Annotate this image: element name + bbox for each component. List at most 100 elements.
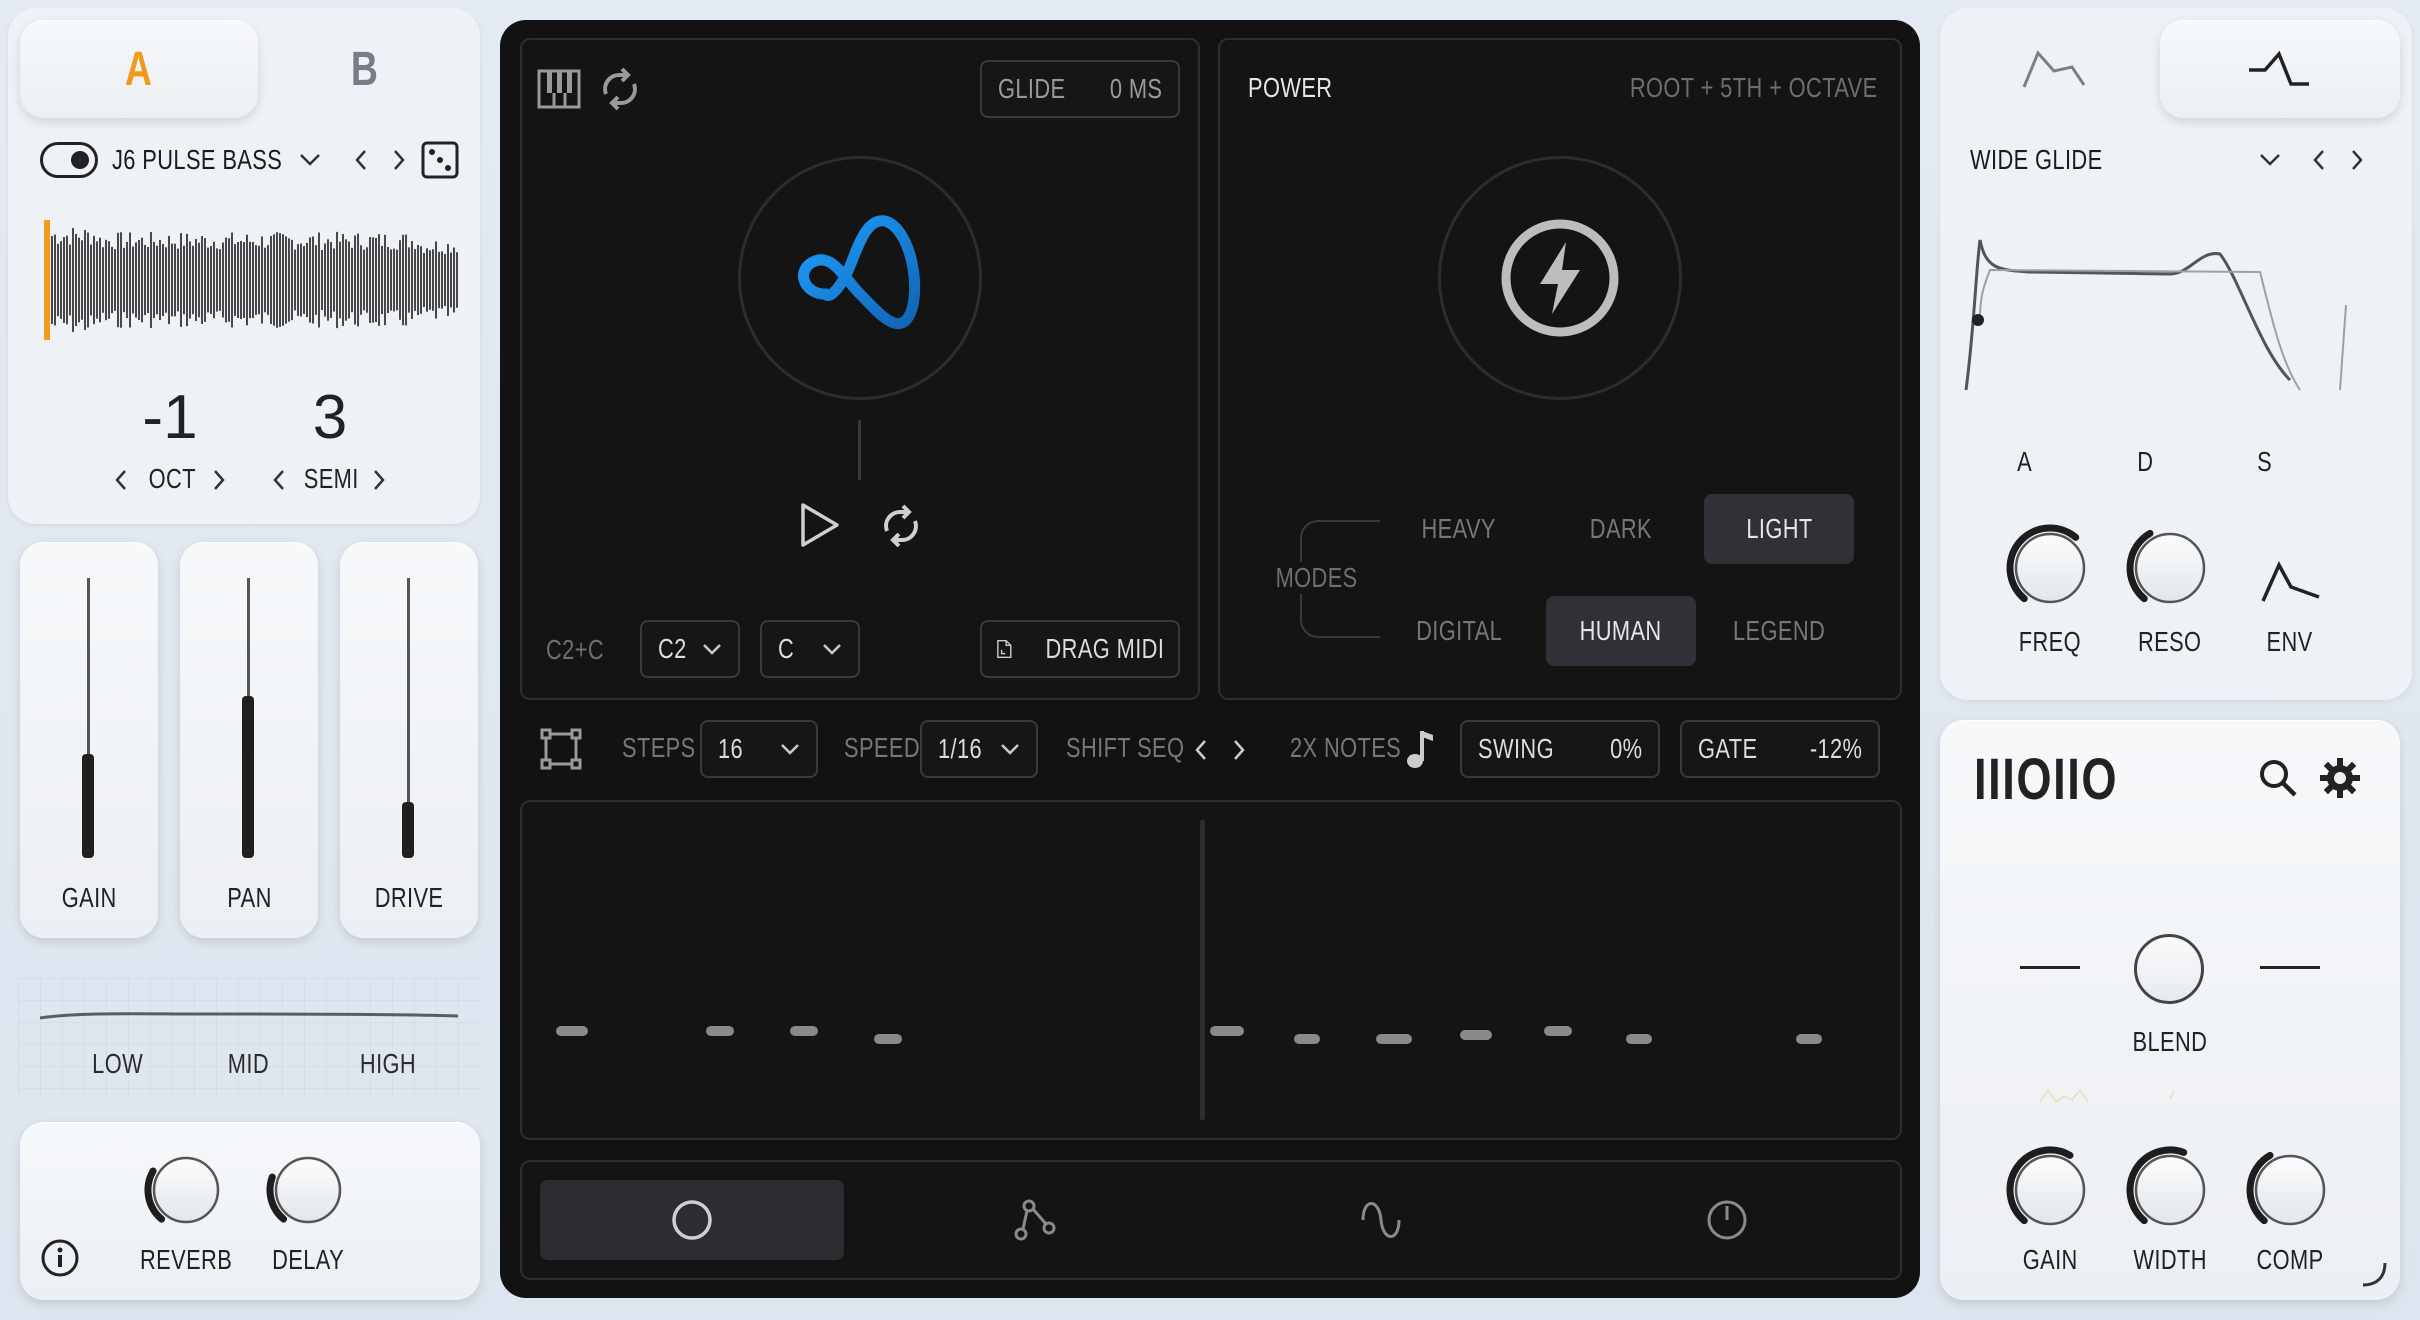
width-knob[interactable] xyxy=(2124,1144,2216,1236)
nodes-icon xyxy=(1014,1199,1056,1241)
mode-digital[interactable]: DIGITAL xyxy=(1384,596,1534,666)
gain-knob[interactable] xyxy=(2004,1144,2096,1236)
layer-a-tab[interactable]: A xyxy=(20,20,258,118)
fader-gain[interactable]: GAIN xyxy=(20,542,158,938)
eq-display[interactable]: LOW MID HIGH xyxy=(18,978,480,1098)
reso-label: RESO xyxy=(2138,626,2202,657)
gate-control[interactable]: GATE -12% xyxy=(1680,720,1880,778)
blend-knob[interactable] xyxy=(2134,934,2204,1004)
env-shape-b-tab[interactable] xyxy=(2160,20,2400,118)
seq-step[interactable] xyxy=(1376,1034,1412,1044)
delay-knob[interactable] xyxy=(264,1146,352,1234)
seq-step[interactable] xyxy=(556,1026,588,1036)
layer-b-label: B xyxy=(351,42,379,96)
mode-human[interactable]: HUMAN xyxy=(1546,596,1696,666)
key-select-value: C xyxy=(778,633,795,664)
play-icon[interactable] xyxy=(794,498,844,552)
comp-knob[interactable] xyxy=(2244,1144,2336,1236)
fader-label: GAIN xyxy=(61,882,117,913)
preset-right-dropdown-chevron-icon[interactable] xyxy=(2254,140,2286,180)
swing-control[interactable]: SWING 0% xyxy=(1460,720,1660,778)
octave-down-icon[interactable] xyxy=(108,462,134,498)
gain-label: GAIN xyxy=(2022,1244,2078,1275)
reverb-knob[interactable] xyxy=(142,1146,230,1234)
seq-select-icon[interactable] xyxy=(538,726,584,772)
music-note-icon[interactable] xyxy=(1402,726,1438,772)
shift-right-icon[interactable] xyxy=(1224,730,1254,770)
lightning-icon xyxy=(1500,218,1620,338)
speed-select[interactable]: 1/16 xyxy=(920,720,1038,778)
playhead-line xyxy=(1200,820,1205,1120)
step-sequencer[interactable] xyxy=(520,800,1902,1140)
reso-knob[interactable] xyxy=(2124,522,2216,614)
glide-value: 0 MS xyxy=(1109,73,1162,104)
seq-step[interactable] xyxy=(874,1034,902,1044)
mode-legend[interactable]: LEGEND xyxy=(1704,596,1854,666)
seq-step[interactable] xyxy=(706,1026,734,1036)
adsr-s-label: S xyxy=(2257,446,2273,477)
env-shape-a-icon[interactable] xyxy=(2010,30,2100,110)
steps-select[interactable]: 16 xyxy=(700,720,818,778)
semitone-down-icon[interactable] xyxy=(266,462,292,498)
tab-circle[interactable] xyxy=(540,1180,844,1260)
blend-left-line xyxy=(2020,966,2080,969)
seq-step[interactable] xyxy=(1210,1026,1244,1036)
sine-wave-icon xyxy=(1361,1202,1401,1238)
fader-pan[interactable]: PAN xyxy=(180,542,318,938)
mode-dark[interactable]: DARK xyxy=(1546,494,1696,564)
preset-prev-icon[interactable] xyxy=(346,140,376,180)
chevron-down-icon xyxy=(1001,744,1019,755)
resize-handle-icon[interactable] xyxy=(2356,1256,2392,1292)
layer-b-tab[interactable]: B xyxy=(270,20,460,118)
divider-line xyxy=(858,420,861,480)
shift-left-icon[interactable] xyxy=(1186,730,1216,770)
refresh-icon[interactable] xyxy=(596,64,644,114)
piano-icon[interactable] xyxy=(536,66,582,112)
env-amount-icon[interactable] xyxy=(2250,546,2330,616)
info-icon[interactable] xyxy=(38,1236,82,1280)
seq-step[interactable] xyxy=(1294,1034,1320,1044)
preset-name-right[interactable]: WIDE GLIDE xyxy=(1970,142,2190,178)
seq-step[interactable] xyxy=(1460,1030,1492,1040)
fader-drive[interactable]: DRIVE xyxy=(340,542,478,938)
drag-midi-button[interactable]: DRAG MIDI xyxy=(980,620,1180,678)
mode-heavy[interactable]: HEAVY xyxy=(1384,494,1534,564)
layer-toggle[interactable] xyxy=(40,142,98,178)
preset-right-next-icon[interactable] xyxy=(2342,140,2372,180)
key-select[interactable]: C xyxy=(760,620,860,678)
dice-icon[interactable] xyxy=(418,138,462,182)
steps-value: 16 xyxy=(718,733,744,764)
octave-select-value: C2 xyxy=(658,633,687,664)
reverb-label: REVERB xyxy=(139,1244,233,1275)
preset-dropdown-chevron-icon[interactable] xyxy=(294,140,326,180)
octave-up-icon[interactable] xyxy=(206,462,232,498)
seq-step[interactable] xyxy=(790,1026,818,1036)
freq-knob[interactable] xyxy=(2004,522,2096,614)
blend-meter-icon xyxy=(2030,1080,2190,1110)
seq-step[interactable] xyxy=(1544,1026,1572,1036)
octave-label: OCT xyxy=(148,463,196,494)
envelope-display[interactable] xyxy=(1960,210,2370,410)
mode-light[interactable]: LIGHT xyxy=(1704,494,1854,564)
preset-name-left[interactable]: J6 PULSE BASS xyxy=(112,142,302,178)
modes-label: MODES xyxy=(1274,562,1360,594)
delay-label: DELAY xyxy=(272,1244,344,1275)
tab-wave[interactable] xyxy=(1306,1180,1456,1260)
octave-select[interactable]: C2 xyxy=(640,620,740,678)
comp-label: COMP xyxy=(2256,1244,2324,1275)
seq-step[interactable] xyxy=(1796,1034,1822,1044)
gear-icon[interactable] xyxy=(2316,754,2364,802)
loop-icon[interactable] xyxy=(876,500,926,552)
tab-nodes[interactable] xyxy=(960,1180,1110,1260)
search-icon[interactable] xyxy=(2254,754,2302,802)
sample-waveform[interactable] xyxy=(40,210,460,350)
glide-control[interactable]: GLIDE 0 MS xyxy=(980,60,1180,118)
adsr-d-label: D xyxy=(2136,446,2154,477)
fader-label: DRIVE xyxy=(374,882,444,913)
preset-right-prev-icon[interactable] xyxy=(2304,140,2334,180)
seq-step[interactable] xyxy=(1626,1034,1652,1044)
tab-timer[interactable] xyxy=(1652,1180,1802,1260)
semitone-up-icon[interactable] xyxy=(366,462,392,498)
blend-label: BLEND xyxy=(2132,1026,2208,1057)
preset-next-icon[interactable] xyxy=(384,140,414,180)
